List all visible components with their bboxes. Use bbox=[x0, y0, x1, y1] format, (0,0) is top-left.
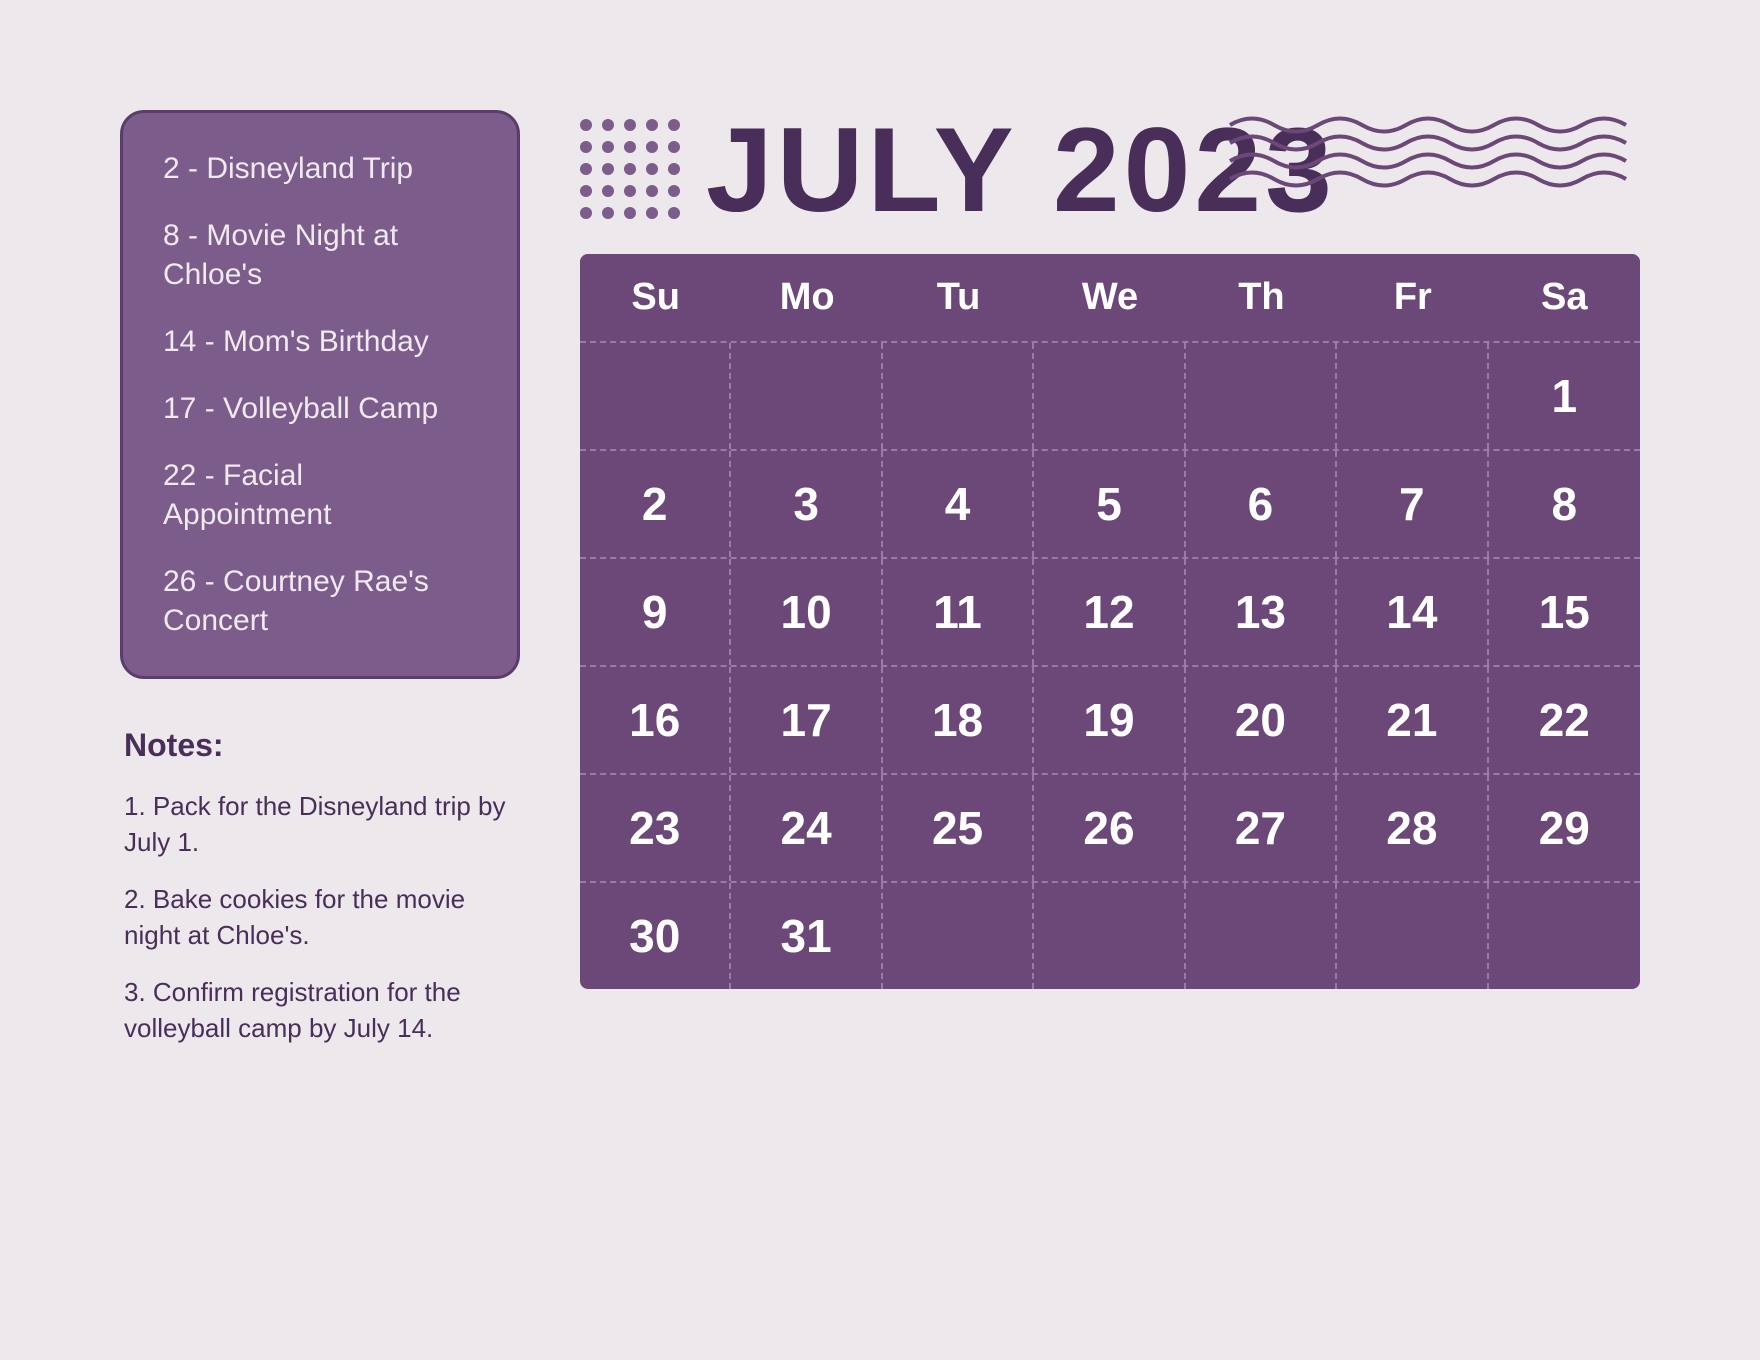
day-header-th: Th bbox=[1186, 254, 1337, 341]
calendar-day-4-1: 16 bbox=[580, 667, 731, 773]
top-section: 2 - Disneyland Trip 8 - Movie Night at C… bbox=[120, 90, 1640, 1270]
calendar-day-6-5 bbox=[1186, 883, 1337, 989]
calendar-day-3-3: 11 bbox=[883, 559, 1034, 665]
note-item-2: 2. Bake cookies for the movie night at C… bbox=[124, 881, 516, 954]
calendar-day-6-7 bbox=[1489, 883, 1640, 989]
calendar-week-1: 1 bbox=[580, 341, 1640, 449]
day-header-su: Su bbox=[580, 254, 731, 341]
note-item-3: 3. Confirm registration for the volleyba… bbox=[124, 974, 516, 1047]
calendar-day-1-1 bbox=[580, 343, 731, 449]
calendar-week-4: 16171819202122 bbox=[580, 665, 1640, 773]
calendar-day-1-4 bbox=[1034, 343, 1185, 449]
calendar-day-1-5 bbox=[1186, 343, 1337, 449]
calendar-day-3-1: 9 bbox=[580, 559, 731, 665]
calendar-day-3-7: 15 bbox=[1489, 559, 1640, 665]
calendar-day-4-2: 17 bbox=[731, 667, 882, 773]
calendar-day-2-6: 7 bbox=[1337, 451, 1488, 557]
calendar-day-6-3 bbox=[883, 883, 1034, 989]
calendar-day-6-6 bbox=[1337, 883, 1488, 989]
calendar-grid: Su Mo Tu We Th Fr Sa 1234567891011121314… bbox=[580, 254, 1640, 989]
sidebar: 2 - Disneyland Trip 8 - Movie Night at C… bbox=[120, 90, 520, 1066]
calendar-day-3-4: 12 bbox=[1034, 559, 1185, 665]
calendar-day-2-3: 4 bbox=[883, 451, 1034, 557]
calendar-body: 1234567891011121314151617181920212223242… bbox=[580, 341, 1640, 989]
calendar-day-5-6: 28 bbox=[1337, 775, 1488, 881]
calendar-day-1-7: 1 bbox=[1489, 343, 1640, 449]
dot-grid bbox=[580, 119, 682, 221]
event-item-2: 8 - Movie Night at Chloe's bbox=[163, 216, 477, 294]
note-item-1: 1. Pack for the Disneyland trip by July … bbox=[124, 788, 516, 861]
calendar-week-3: 9101112131415 bbox=[580, 557, 1640, 665]
calendar-day-1-2 bbox=[731, 343, 882, 449]
day-header-fr: Fr bbox=[1337, 254, 1488, 341]
calendar-day-5-5: 27 bbox=[1186, 775, 1337, 881]
calendar-day-6-2: 31 bbox=[731, 883, 882, 989]
day-header-tu: Tu bbox=[883, 254, 1034, 341]
calendar-day-5-3: 25 bbox=[883, 775, 1034, 881]
calendar-header-row: Su Mo Tu We Th Fr Sa bbox=[580, 254, 1640, 341]
calendar-day-2-4: 5 bbox=[1034, 451, 1185, 557]
day-header-sa: Sa bbox=[1489, 254, 1640, 341]
notes-title: Notes: bbox=[124, 727, 516, 764]
event-item-5: 22 - Facial Appointment bbox=[163, 456, 477, 534]
calendar-day-4-4: 19 bbox=[1034, 667, 1185, 773]
calendar-day-3-5: 13 bbox=[1186, 559, 1337, 665]
wavy-decoration bbox=[1220, 110, 1640, 200]
event-item-3: 14 - Mom's Birthday bbox=[163, 322, 477, 361]
day-header-mo: Mo bbox=[731, 254, 882, 341]
calendar-week-5: 23242526272829 bbox=[580, 773, 1640, 881]
page: 2 - Disneyland Trip 8 - Movie Night at C… bbox=[120, 90, 1640, 1270]
calendar-day-5-4: 26 bbox=[1034, 775, 1185, 881]
calendar-day-1-6 bbox=[1337, 343, 1488, 449]
notes-section: Notes: 1. Pack for the Disneyland trip b… bbox=[120, 727, 520, 1066]
calendar-day-6-4 bbox=[1034, 883, 1185, 989]
event-item-1: 2 - Disneyland Trip bbox=[163, 149, 477, 188]
events-box: 2 - Disneyland Trip 8 - Movie Night at C… bbox=[120, 110, 520, 679]
calendar-day-4-5: 20 bbox=[1186, 667, 1337, 773]
calendar-day-6-1: 30 bbox=[580, 883, 731, 989]
calendar-week-2: 2345678 bbox=[580, 449, 1640, 557]
calendar-day-4-7: 22 bbox=[1489, 667, 1640, 773]
calendar-day-5-7: 29 bbox=[1489, 775, 1640, 881]
event-item-6: 26 - Courtney Rae's Concert bbox=[163, 562, 477, 640]
calendar-day-3-2: 10 bbox=[731, 559, 882, 665]
calendar-day-3-6: 14 bbox=[1337, 559, 1488, 665]
calendar-day-2-1: 2 bbox=[580, 451, 731, 557]
calendar-day-2-2: 3 bbox=[731, 451, 882, 557]
calendar-day-2-5: 6 bbox=[1186, 451, 1337, 557]
event-item-4: 17 - Volleyball Camp bbox=[163, 389, 477, 428]
calendar-week-6: 3031 bbox=[580, 881, 1640, 989]
calendar-day-5-2: 24 bbox=[731, 775, 882, 881]
calendar-day-4-6: 21 bbox=[1337, 667, 1488, 773]
calendar-day-1-3 bbox=[883, 343, 1034, 449]
day-header-we: We bbox=[1034, 254, 1185, 341]
calendar-day-5-1: 23 bbox=[580, 775, 731, 881]
calendar-section: JULY 2023 Su Mo Tu We Th Fr Sa 123456789… bbox=[580, 90, 1640, 989]
calendar-day-2-7: 8 bbox=[1489, 451, 1640, 557]
calendar-day-4-3: 18 bbox=[883, 667, 1034, 773]
